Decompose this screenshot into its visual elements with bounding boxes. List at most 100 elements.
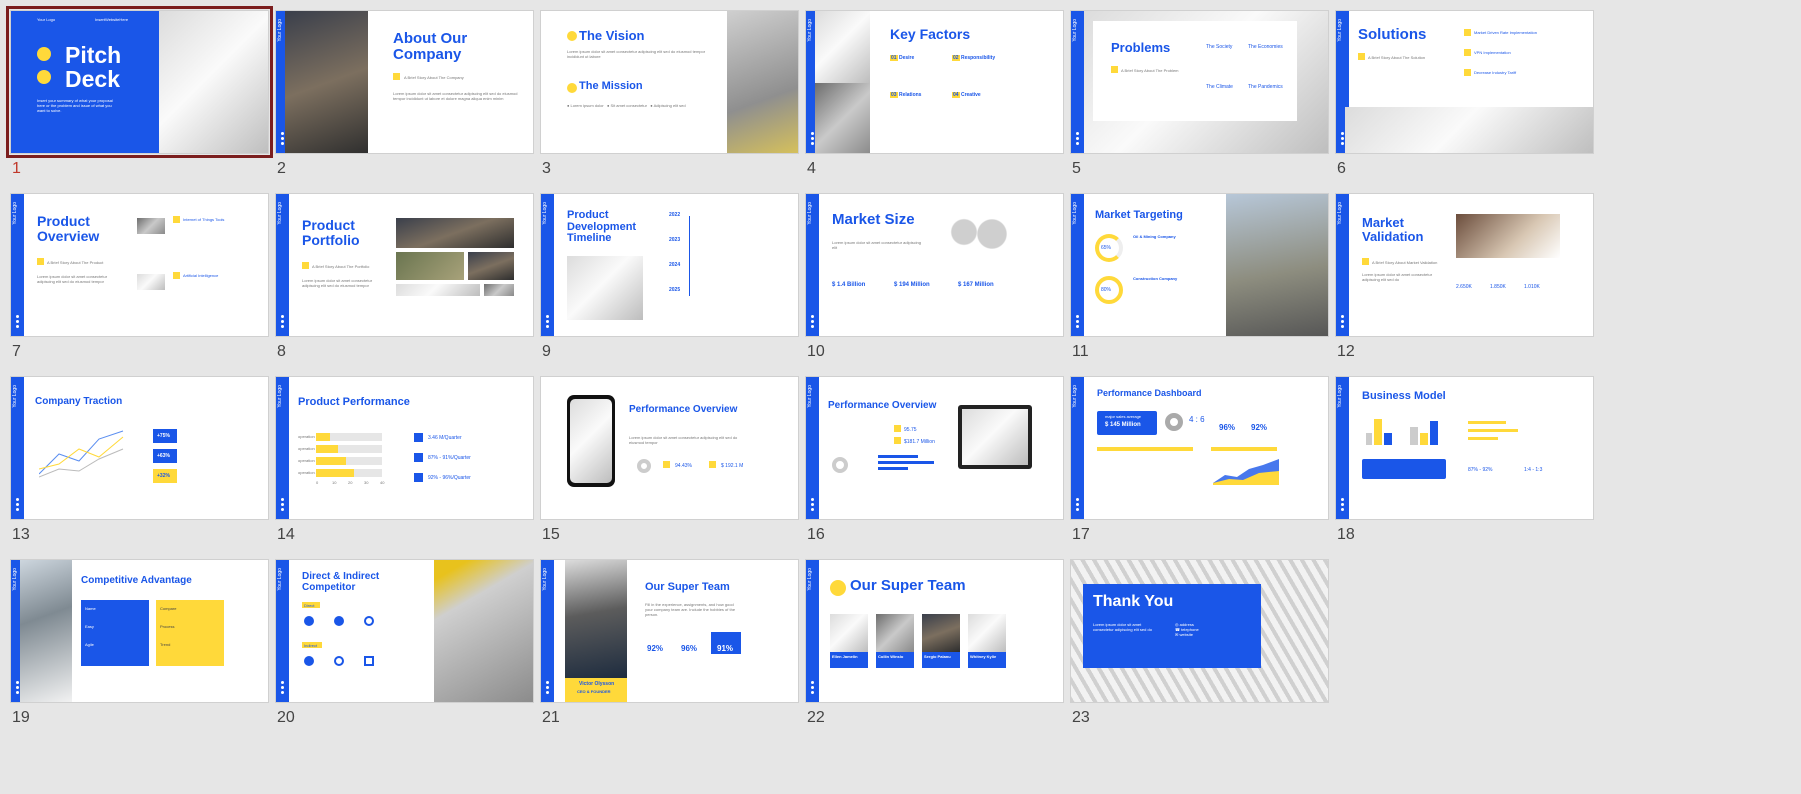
slide-thumb-6[interactable]: Your Logo Solutions A Brief Story About … — [1325, 0, 1594, 177]
slide-3-canvas: The Vision Lorem ipsum dolor sit amet co… — [540, 10, 799, 154]
slide-number: 3 — [542, 160, 551, 177]
slide-thumb-9[interactable]: Your Logo Product Development Timeline 2… — [530, 183, 799, 360]
slide-number: 11 — [1072, 343, 1089, 360]
market-value: $ 194 Million — [894, 282, 930, 288]
slide-number: 10 — [807, 343, 825, 360]
slide-1-subtitle: Insert your summary of what your proposa… — [37, 98, 113, 113]
slide-thumb-1[interactable]: Your Logo InsertWebsiteHere Pitch Deck I… — [0, 0, 273, 177]
slide-5-col: The Economies — [1248, 44, 1283, 50]
slide-number: 14 — [277, 526, 295, 543]
slide-number: 19 — [12, 709, 30, 726]
slide-11-canvas: Your Logo Market Targeting 65% 80% Oil &… — [1070, 193, 1329, 337]
slide-13-title: Company Traction — [35, 396, 123, 407]
slide-number: 23 — [1072, 709, 1090, 726]
slide-thumb-17[interactable]: Your Logo Performance Dashboard major sa… — [1060, 366, 1329, 543]
slide-thumb-10[interactable]: Your Logo Market Size Lorem ipsum dolor … — [795, 183, 1064, 360]
slide-thumb-15[interactable]: Performance Overview Lorem ipsum dolor s… — [530, 366, 799, 543]
slide-number: 4 — [807, 160, 816, 177]
slide-number: 12 — [1337, 343, 1355, 360]
slide-number: 1 — [12, 160, 21, 177]
slide-thumb-22[interactable]: Your Logo Our Super Team Ellen Jamelin C… — [795, 549, 1064, 726]
slide-21-title: Our Super Team — [645, 581, 730, 593]
slide-23-canvas: Thank You Lorem ipsum dolor sit amet con… — [1070, 559, 1329, 703]
slide-7-canvas: Your Logo Product Overview A Brief Story… — [10, 193, 269, 337]
slide-14-title: Product Performance — [298, 396, 410, 408]
slide-thumb-19[interactable]: Your Logo Competitive Advantage Name Eas… — [0, 549, 269, 726]
slide-number: 15 — [542, 526, 560, 543]
slide-7-title: Product Overview — [37, 213, 100, 244]
slide-thumb-16[interactable]: Your Logo Performance Overview 95.75 $18… — [795, 366, 1064, 543]
slide-2-subtitle: A Brief Story About The Company — [404, 75, 464, 80]
slide-1-title: Pitch Deck — [65, 42, 122, 93]
slide-12-canvas: Your Logo Market Validation A Brief Stor… — [1335, 193, 1594, 337]
slide-number: 21 — [542, 709, 560, 726]
slide-number: 22 — [807, 709, 825, 726]
team-member-role: CEO & FOUNDER — [577, 689, 611, 694]
slide-19-title: Competitive Advantage — [81, 575, 192, 586]
slide-thumb-2[interactable]: Your Logo About Our Company A Brief Stor… — [265, 0, 534, 177]
slide-number: 6 — [1337, 160, 1346, 177]
slide-thumb-14[interactable]: Your Logo Product Performance operation … — [265, 366, 534, 543]
slide-15-title: Performance Overview — [629, 404, 738, 415]
slide-20-canvas: Your Logo Direct & Indirect Competitor D… — [275, 559, 534, 703]
slide-thumb-23[interactable]: Thank You Lorem ipsum dolor sit amet con… — [1060, 549, 1329, 726]
timeline-year: 2022 — [669, 212, 681, 218]
slide-3-title: The Vision — [579, 28, 645, 43]
slide-13-canvas: Your Logo Company Traction +75% +63% +32… — [10, 376, 269, 520]
slide-thumb-7[interactable]: Your Logo Product Overview A Brief Story… — [0, 183, 269, 360]
slide-20-title: Direct & Indirect Competitor — [302, 571, 380, 593]
slide-number: 5 — [1072, 160, 1081, 177]
slide-10-title: Market Size — [832, 211, 915, 228]
slide-14-canvas: Your Logo Product Performance operation … — [275, 376, 534, 520]
team-member-name: Whitney Kylie — [970, 654, 997, 659]
slide-thumb-4[interactable]: Your Logo Key Factors 01 Desire 02 Respo… — [795, 0, 1064, 177]
slide-number: 7 — [12, 343, 21, 360]
slide-2-canvas: Your Logo About Our Company A Brief Stor… — [275, 10, 534, 154]
slide-5-col: The Society — [1206, 44, 1233, 50]
slide-1-logo: Your Logo — [37, 17, 56, 22]
slide-6-canvas: Your Logo Solutions A Brief Story About … — [1335, 10, 1594, 154]
slide-9-canvas: Your Logo Product Development Timeline 2… — [540, 193, 799, 337]
slide-15-canvas: Performance Overview Lorem ipsum dolor s… — [540, 376, 799, 520]
slide-6-subtitle: A Brief Story About The Solution — [1368, 55, 1426, 60]
slide-8-title: Product Portfolio — [302, 217, 360, 248]
slide-10-canvas: Your Logo Market Size Lorem ipsum dolor … — [805, 193, 1064, 337]
slide-22-title: Our Super Team — [850, 577, 966, 594]
slide-22-canvas: Your Logo Our Super Team Ellen Jamelin C… — [805, 559, 1064, 703]
slide-8-canvas: Your Logo Product Portfolio A Brief Stor… — [275, 193, 534, 337]
slide-thumb-18[interactable]: Your Logo Business Model 87% - 92% 1:4 -… — [1325, 366, 1594, 543]
slide-thumb-5[interactable]: Your Logo Problems A Brief Story About T… — [1060, 0, 1329, 177]
slide-number: 9 — [542, 343, 551, 360]
timeline-year: 2025 — [669, 287, 681, 293]
slide-16-canvas: Your Logo Performance Overview 95.75 $18… — [805, 376, 1064, 520]
slide-thumb-11[interactable]: Your Logo Market Targeting 65% 80% Oil &… — [1060, 183, 1329, 360]
slide-thumb-3[interactable]: The Vision Lorem ipsum dolor sit amet co… — [530, 0, 799, 177]
slide-thumb-21[interactable]: Your Logo Victor Olysson CEO & FOUNDER O… — [530, 549, 799, 726]
slide-3-title2: The Mission — [579, 80, 643, 92]
slide-thumb-8[interactable]: Your Logo Product Portfolio A Brief Stor… — [265, 183, 534, 360]
slide-17-canvas: Your Logo Performance Dashboard major sa… — [1070, 376, 1329, 520]
slide-11-title: Market Targeting — [1095, 209, 1183, 221]
slide-16-title: Performance Overview — [828, 400, 937, 411]
team-member-name: Victor Olysson — [579, 681, 615, 687]
slide-21-canvas: Your Logo Victor Olysson CEO & FOUNDER O… — [540, 559, 799, 703]
timeline-year: 2024 — [669, 262, 681, 268]
slide-thumb-12[interactable]: Your Logo Market Validation A Brief Stor… — [1325, 183, 1594, 360]
slide-number: 18 — [1337, 526, 1355, 543]
slide-4-title: Key Factors — [890, 26, 971, 42]
slide-19-canvas: Your Logo Competitive Advantage Name Eas… — [10, 559, 269, 703]
slide-1-url: InsertWebsiteHere — [95, 17, 129, 22]
slide-number: 2 — [277, 160, 286, 177]
slide-23-title: Thank You — [1093, 593, 1174, 610]
slide-thumb-13[interactable]: Your Logo Company Traction +75% +63% +32… — [0, 366, 269, 543]
slide-thumb-20[interactable]: Your Logo Direct & Indirect Competitor D… — [265, 549, 534, 726]
slide-number: 8 — [277, 343, 286, 360]
slide-5-col: The Pandemics — [1248, 84, 1283, 90]
slide-17-title: Performance Dashboard — [1097, 388, 1202, 398]
market-value: $ 1.4 Billion — [832, 282, 866, 288]
team-member-name: Collin Winslo — [878, 654, 904, 659]
slide-number: 20 — [277, 709, 295, 726]
slide-18-title: Business Model — [1362, 390, 1446, 402]
slide-sorter-grid: Your Logo InsertWebsiteHere Pitch Deck I… — [0, 0, 1801, 794]
timeline-year: 2023 — [669, 237, 681, 243]
